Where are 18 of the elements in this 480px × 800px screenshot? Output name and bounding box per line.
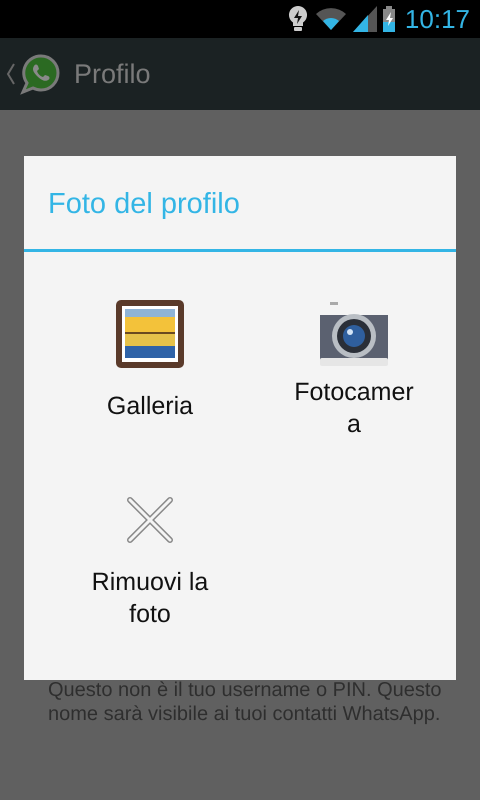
clock-time: 10:17: [404, 4, 470, 34]
option-item[interactable]: Galleria: [48, 300, 252, 440]
signal-icon: [352, 6, 377, 32]
wifi-icon: [314, 7, 347, 31]
option-label: Fotocamera: [293, 377, 415, 440]
dialog-title: Foto del profilo: [24, 156, 456, 252]
option-label: Rimuovi la foto: [90, 567, 210, 630]
back-chevron-icon[interactable]: [6, 62, 16, 86]
chat-bubble-phone-icon[interactable]: [20, 53, 62, 95]
option-label: Galleria: [106, 391, 194, 422]
bulb-icon: [286, 5, 309, 33]
option-item[interactable]: Rimuovi la foto: [48, 496, 252, 630]
camera-icon: [320, 300, 388, 368]
option-item[interactable]: Fotocamera: [252, 300, 456, 440]
landscape-frame-icon: [116, 300, 184, 368]
screen-title: Profilo: [74, 58, 151, 90]
battery-icon: [382, 6, 395, 32]
close-icon: [126, 496, 174, 544]
